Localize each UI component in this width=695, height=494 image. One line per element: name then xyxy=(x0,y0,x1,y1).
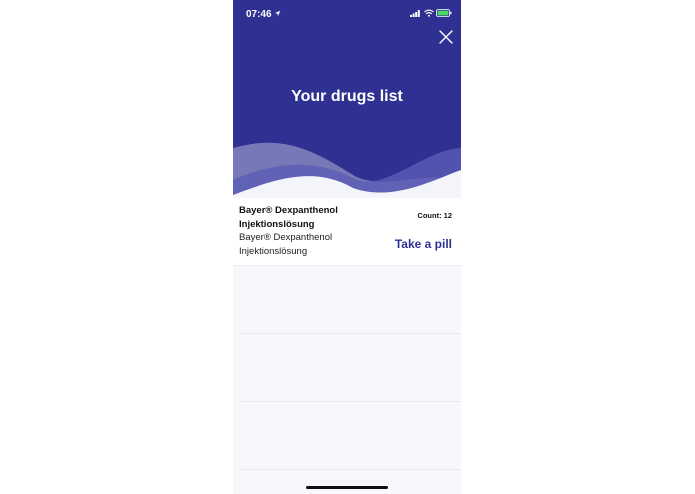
wifi-icon xyxy=(424,9,434,17)
close-icon[interactable] xyxy=(438,29,454,45)
list-divider xyxy=(241,333,461,334)
drug-list-item[interactable]: Bayer® Dexpanthenol Injektionslösung Bay… xyxy=(233,198,461,266)
header-banner: 07:46 Your drugs list xyxy=(233,0,461,198)
drug-description: Bayer® Dexpanthenol Injektionslösung xyxy=(239,232,333,257)
home-indicator xyxy=(306,486,388,489)
status-time: 07:46 xyxy=(246,9,272,20)
signal-icon xyxy=(410,10,420,17)
list-divider xyxy=(241,401,461,402)
drug-name: Bayer® Dexpanthenol Injektionslösung xyxy=(239,205,338,230)
app-screen: 07:46 Your drugs list Bayer® Dexpantheno… xyxy=(233,0,461,494)
battery-icon xyxy=(436,9,452,17)
drug-count: Count: 12 xyxy=(417,211,452,220)
page-title: Your drugs list xyxy=(291,88,403,105)
list-divider xyxy=(241,469,461,470)
take-pill-button[interactable]: Take a pill xyxy=(395,237,452,251)
location-arrow-icon xyxy=(274,10,281,17)
header-wave-decoration xyxy=(233,142,461,198)
status-bar: 07:46 xyxy=(233,0,461,28)
